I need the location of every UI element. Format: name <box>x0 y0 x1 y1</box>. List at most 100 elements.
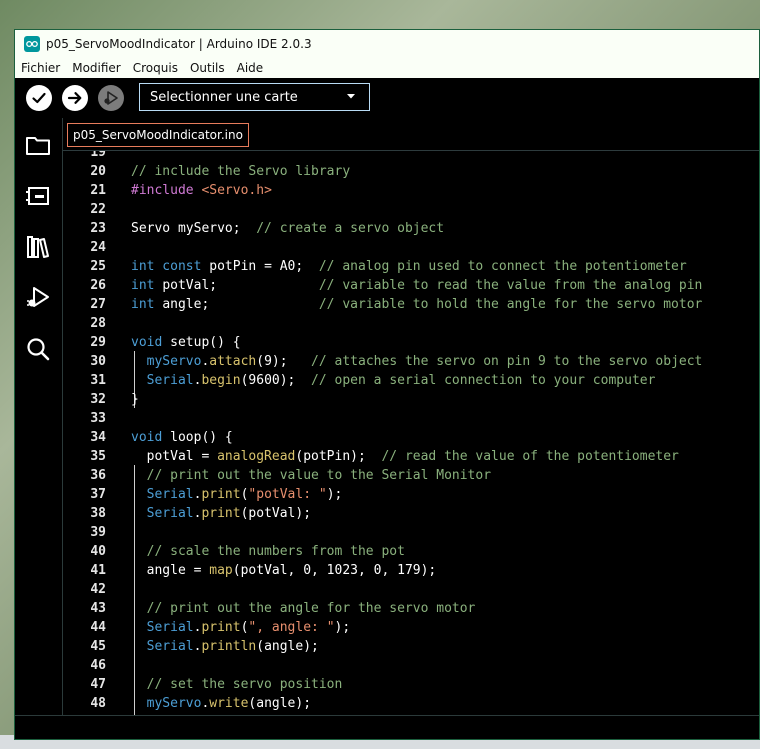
debugger-icon[interactable] <box>24 284 52 312</box>
line-number: 29 <box>90 335 106 350</box>
code-token-comment: // variable to hold the angle for the se… <box>318 297 703 312</box>
code-line[interactable]: 34 void loop() { <box>63 428 759 447</box>
folder-icon[interactable] <box>24 131 52 159</box>
code-line[interactable]: 45 Serial.println(angle); <box>63 637 759 656</box>
code-line[interactable]: 25 int const potPin = A0; // analog pin u… <box>63 257 759 276</box>
code-token-func: print <box>201 506 241 521</box>
code-token-plain: (potVal); <box>240 506 312 521</box>
code-line[interactable]: 31 Serial.begin(9600); // open a serial … <box>63 371 759 390</box>
code-line[interactable]: 27 int angle; // variable to hold the ang… <box>63 295 759 314</box>
code-line[interactable]: 44 Serial.print(", angle: "); <box>63 618 759 637</box>
code-text: myServo.write(angle); <box>131 694 311 713</box>
code-line[interactable]: 46 <box>63 656 759 675</box>
code-token-func: print <box>201 487 241 502</box>
code-text: int angle; // variable to hold the angle… <box>131 295 702 314</box>
library-icon[interactable] <box>24 233 52 261</box>
code-line[interactable]: 47 // set the servo position <box>63 675 759 694</box>
code-line[interactable]: 19 <box>63 151 759 162</box>
board-selector[interactable]: Selectionner une carte <box>139 83 370 111</box>
code-token-plain: (angle); <box>256 639 319 654</box>
chevron-down-icon <box>347 94 355 99</box>
line-number: 35 <box>90 449 106 464</box>
code-token-string: <Servo.h> <box>201 183 272 198</box>
code-token-keyword: Serial <box>146 373 194 388</box>
code-text: // print out the angle for the servo mot… <box>131 599 476 618</box>
menu-fichier[interactable]: Fichier <box>15 61 66 75</box>
code-token-plain: setup() { <box>170 335 241 350</box>
code-line[interactable]: 26 int potVal; // variable to read the va… <box>63 276 759 295</box>
line-number: 25 <box>90 259 106 274</box>
code-line[interactable]: 32} <box>63 390 759 409</box>
code-line[interactable]: 37 Serial.print("potVal: "); <box>63 485 759 504</box>
code-line[interactable]: 41 angle = map(potVal, 0, 1023, 0, 179); <box>63 561 759 580</box>
verify-button[interactable] <box>26 85 52 111</box>
code-line[interactable]: 29 void setup() { <box>63 333 759 352</box>
arduino-logo-icon <box>24 36 40 52</box>
menu-modifier[interactable]: Modifier <box>66 61 127 75</box>
code-token-comment: // variable to read the value from the a… <box>318 278 703 293</box>
menu-croquis[interactable]: Croquis <box>127 61 184 75</box>
window-title: p05_ServoMoodIndicator | Arduino IDE 2.0… <box>46 37 312 51</box>
code-line[interactable]: 22 <box>63 200 759 219</box>
code-line[interactable]: 40 // scale the numbers from the pot <box>63 542 759 561</box>
code-token-plain: angle; <box>162 297 319 312</box>
line-number: 32 <box>90 392 106 407</box>
code-token-plain: Servo myServo; <box>131 221 257 236</box>
search-icon[interactable] <box>24 335 52 363</box>
code-text: Serial.print(potVal); <box>131 504 311 523</box>
code-line[interactable]: 35 potVal = analogRead(potPin); // read … <box>63 447 759 466</box>
code-token-func: attach <box>209 354 257 369</box>
menu-outils[interactable]: Outils <box>184 61 231 75</box>
line-number: 28 <box>90 316 106 331</box>
line-number: 47 <box>90 677 106 692</box>
board-manager-icon[interactable] <box>24 182 52 210</box>
code-line[interactable]: 42 <box>63 580 759 599</box>
code-token-plain: } <box>131 392 139 407</box>
line-number: 20 <box>90 164 106 179</box>
line-number: 22 <box>90 202 106 217</box>
code-line[interactable]: 28 <box>63 314 759 333</box>
code-line[interactable]: 39 <box>63 523 759 542</box>
code-editor[interactable]: 19 20 // include the Servo library 21 #inclu… <box>63 151 759 717</box>
code-line[interactable]: 21 #include <Servo.h> <box>63 181 759 200</box>
debug-button[interactable] <box>98 85 124 111</box>
code-line[interactable]: 38 Serial.print(potVal); <box>63 504 759 523</box>
code-line[interactable]: 48 myServo.write(angle); <box>63 694 759 713</box>
upload-button[interactable] <box>62 85 88 111</box>
line-number: 27 <box>90 297 106 312</box>
tab-sketch-file[interactable]: p05_ServoMoodIndicator.ino <box>67 123 249 147</box>
code-text: myServo.attach(9); // attaches the servo… <box>131 352 703 371</box>
code-line[interactable]: 24 <box>63 238 759 257</box>
line-number: 43 <box>90 601 106 616</box>
code-token-keyword: Serial <box>146 639 194 654</box>
code-line[interactable]: 33 <box>63 409 759 428</box>
line-number: 42 <box>90 582 106 597</box>
code-token-plain: (potPin); <box>295 449 382 464</box>
line-number: 31 <box>90 373 106 388</box>
code-text: // include the Servo library <box>131 162 350 181</box>
code-token-include: #include <box>131 183 202 198</box>
code-line[interactable]: 30 myServo.attach(9); // attaches the se… <box>63 352 759 371</box>
code-token-plain: (9); <box>256 354 312 369</box>
code-line[interactable]: 43 // print out the angle for the servo … <box>63 599 759 618</box>
code-text: Servo myServo; // create a servo object <box>131 219 444 238</box>
code-text: } <box>131 390 139 409</box>
code-token-keyword: void <box>131 335 171 350</box>
code-token-plain: potVal = <box>131 449 218 464</box>
line-number: 41 <box>90 563 106 578</box>
code-token-func: print <box>201 620 241 635</box>
line-number: 33 <box>90 411 106 426</box>
code-text: Serial.begin(9600); // open a serial con… <box>131 371 656 390</box>
menu-aide[interactable]: Aide <box>231 61 270 75</box>
code-line[interactable]: 23 Servo myServo; // create a servo objec… <box>63 219 759 238</box>
code-text: // print out the value to the Serial Mon… <box>131 466 491 485</box>
code-line[interactable]: 36 // print out the value to the Serial … <box>63 466 759 485</box>
code-line[interactable]: 20 // include the Servo library <box>63 162 759 181</box>
code-token-func: begin <box>201 373 241 388</box>
line-number: 30 <box>90 354 106 369</box>
line-number: 45 <box>90 639 106 654</box>
